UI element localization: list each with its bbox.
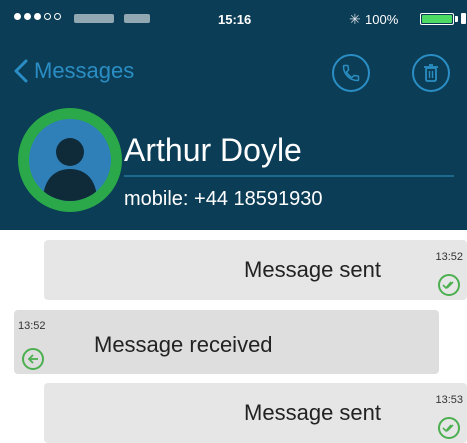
arrow-left-circle-icon <box>22 348 44 370</box>
charging-icon <box>461 13 466 24</box>
message-text: Message sent <box>244 257 381 282</box>
person-icon <box>29 119 111 201</box>
chevron-left-icon <box>14 59 28 83</box>
message-time: 13:52 <box>435 251 463 263</box>
call-button[interactable] <box>332 54 370 92</box>
battery-icon <box>420 13 454 25</box>
contact-mobile: mobile: +44 18591930 <box>124 188 323 210</box>
double-check-icon <box>438 417 460 439</box>
back-button[interactable]: Messages <box>14 58 134 84</box>
battery-tip <box>455 16 458 22</box>
double-check-icon <box>438 274 460 296</box>
message-text: Message sent <box>244 400 381 425</box>
message-bubble-sent[interactable]: Message sent 13:53 <box>44 383 467 443</box>
message-time: 13:53 <box>435 394 463 406</box>
contact-name: Arthur Doyle <box>124 132 302 168</box>
network-indicator <box>124 14 150 23</box>
back-label: Messages <box>34 58 135 83</box>
message-text: Message received <box>94 332 273 357</box>
message-bubble-sent[interactable]: Message sent 13:52 <box>44 240 467 300</box>
bluetooth-icon: ✳ <box>349 11 361 27</box>
trash-icon <box>424 64 438 82</box>
status-bar: 15:16 ✳ 100% <box>0 0 467 44</box>
message-bubble-received[interactable]: 13:52 Message received <box>14 310 439 374</box>
phone-icon <box>342 64 360 82</box>
delete-button[interactable] <box>412 54 450 92</box>
battery-percent: 100% <box>365 12 399 27</box>
message-time: 13:52 <box>18 320 46 332</box>
signal-dots-icon <box>14 13 61 20</box>
navigation-bar: Messages <box>0 44 467 100</box>
divider <box>124 175 454 177</box>
carrier-indicator <box>74 14 114 23</box>
contact-header: Arthur Doyle mobile: +44 18591930 <box>0 100 467 230</box>
avatar[interactable] <box>18 108 122 212</box>
status-time: 15:16 <box>218 12 252 27</box>
